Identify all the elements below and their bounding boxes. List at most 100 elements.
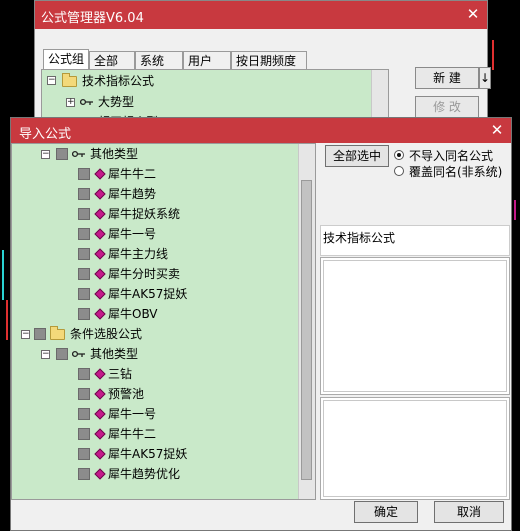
checkbox[interactable] bbox=[78, 228, 90, 240]
checkbox[interactable] bbox=[78, 388, 90, 400]
checkbox[interactable] bbox=[78, 208, 90, 220]
tree-item-label[interactable]: 犀牛OBV bbox=[108, 304, 158, 324]
formula-icon bbox=[94, 448, 106, 460]
new-button[interactable]: 新 建 bbox=[415, 67, 479, 89]
tree-item-label[interactable]: 犀牛AK57捉妖 bbox=[108, 444, 187, 464]
info-panel: 技术指标公式 bbox=[320, 225, 510, 256]
collapse-icon[interactable]: − bbox=[47, 76, 56, 85]
collapse-icon[interactable]: − bbox=[41, 150, 50, 159]
tree-row[interactable]: 犀牛OBV bbox=[12, 304, 297, 324]
import-tree[interactable]: − 其他类型 犀牛牛二 犀牛趋势 犀牛捉妖系统 犀牛一号 犀牛主力线 犀牛分时买卖 犀牛AK57… bbox=[11, 143, 316, 500]
tree-item-label[interactable]: 犀牛牛二 bbox=[108, 424, 156, 444]
folder-icon bbox=[50, 326, 65, 340]
radio-skip-same-name[interactable] bbox=[394, 150, 404, 160]
checkbox[interactable] bbox=[78, 448, 90, 460]
tab-formula-group[interactable]: 公式组 bbox=[43, 49, 89, 70]
sort-arrow-icon[interactable]: ↓ bbox=[479, 67, 491, 89]
tree-item-label[interactable]: 犀牛牛二 bbox=[108, 164, 156, 184]
tree-row[interactable]: 犀牛AK57捉妖 bbox=[12, 284, 297, 304]
tree-row[interactable]: 犀牛捉妖系统 bbox=[12, 204, 297, 224]
tree-row[interactable]: 三钻 bbox=[12, 364, 297, 384]
formula-icon bbox=[94, 308, 106, 320]
checkbox[interactable] bbox=[78, 368, 90, 380]
checkbox[interactable] bbox=[78, 288, 90, 300]
scrollbar[interactable] bbox=[298, 144, 315, 499]
scrollbar-thumb[interactable] bbox=[301, 180, 312, 480]
tree-row[interactable]: − 条件选股公式 bbox=[12, 324, 297, 344]
tab-all[interactable]: 全部 bbox=[89, 51, 135, 69]
tree-row[interactable]: 犀牛一号 bbox=[12, 224, 297, 244]
close-icon[interactable]: ✕ bbox=[487, 120, 507, 140]
tree-item-label[interactable]: 犀牛趋势 bbox=[108, 184, 156, 204]
ok-button[interactable]: 确定 bbox=[354, 501, 418, 523]
tree-item-label[interactable]: 犀牛趋势优化 bbox=[108, 464, 180, 484]
formula-icon bbox=[94, 268, 106, 280]
close-icon[interactable]: ✕ bbox=[463, 4, 483, 24]
tree-item-label[interactable]: 犀牛捉妖系统 bbox=[108, 204, 180, 224]
tree-item-label[interactable]: 预警池 bbox=[108, 384, 144, 404]
checkbox[interactable] bbox=[78, 248, 90, 260]
tab-by-date[interactable]: 按日期频度 bbox=[231, 51, 307, 69]
tree-item-label[interactable]: 条件选股公式 bbox=[70, 324, 142, 344]
formula-icon bbox=[94, 228, 106, 240]
checkbox[interactable] bbox=[78, 168, 90, 180]
tree-item-label[interactable]: 三钻 bbox=[108, 364, 132, 384]
cancel-button[interactable]: 取消 bbox=[434, 501, 504, 523]
select-all-button[interactable]: 全部选中 bbox=[325, 145, 389, 167]
modify-button[interactable]: 修 改 bbox=[415, 96, 479, 118]
formula-icon bbox=[94, 288, 106, 300]
tree-item-label[interactable]: 犀牛分时买卖 bbox=[108, 264, 180, 284]
tree-row[interactable]: − 其他类型 bbox=[12, 144, 297, 164]
checkbox[interactable] bbox=[78, 188, 90, 200]
tree-row[interactable]: 犀牛一号 bbox=[12, 404, 297, 424]
key-icon bbox=[80, 98, 93, 106]
tree-item-label[interactable]: 其他类型 bbox=[90, 344, 138, 364]
tab-user[interactable]: 用户 bbox=[183, 51, 231, 69]
info-text: 技术指标公式 bbox=[323, 231, 396, 245]
tab-system[interactable]: 系统 bbox=[135, 51, 183, 69]
collapse-icon[interactable]: − bbox=[41, 350, 50, 359]
formula-icon bbox=[94, 168, 106, 180]
formula-icon bbox=[94, 368, 106, 380]
tree-row[interactable]: − 其他类型 bbox=[12, 344, 297, 364]
tree-item-label[interactable]: 犀牛一号 bbox=[108, 224, 156, 244]
formula-icon bbox=[94, 468, 106, 480]
chart-bar bbox=[2, 250, 4, 300]
tree-item-label[interactable]: 大势型 bbox=[98, 93, 134, 110]
import-formula-dialog: 导入公式 ✕ − 其他类型 犀牛牛二 犀牛趋势 犀牛捉妖系统 犀牛一号 犀牛主力线 犀牛分时买… bbox=[10, 117, 512, 531]
checkbox[interactable] bbox=[78, 268, 90, 280]
checkbox[interactable] bbox=[56, 148, 68, 160]
checkbox[interactable] bbox=[78, 468, 90, 480]
formula-icon bbox=[94, 248, 106, 260]
checkbox[interactable] bbox=[56, 348, 68, 360]
tree-row[interactable]: 犀牛牛二 bbox=[12, 424, 297, 444]
option-skip-same-name[interactable]: 不导入同名公式 bbox=[409, 147, 493, 164]
formula-icon bbox=[94, 208, 106, 220]
tree-item-label[interactable]: 技术指标公式 bbox=[82, 72, 154, 89]
collapse-icon[interactable]: − bbox=[21, 330, 30, 339]
checkbox[interactable] bbox=[78, 428, 90, 440]
tree-row[interactable]: 犀牛主力线 bbox=[12, 244, 297, 264]
checkbox[interactable] bbox=[78, 308, 90, 320]
tree-item-label[interactable]: 犀牛主力线 bbox=[108, 244, 168, 264]
checkbox[interactable] bbox=[34, 328, 46, 340]
dialog-titlebar: 导入公式 ✕ bbox=[11, 118, 511, 143]
tree-row[interactable]: 犀牛牛二 bbox=[12, 164, 297, 184]
formula-icon bbox=[94, 388, 106, 400]
chart-bar bbox=[492, 40, 494, 70]
tree-row[interactable]: 犀牛趋势优化 bbox=[12, 464, 297, 484]
radio-overwrite-same-name[interactable] bbox=[394, 166, 404, 176]
expand-icon[interactable]: + bbox=[66, 98, 75, 107]
chart-bar bbox=[6, 300, 8, 340]
option-overwrite-same-name[interactable]: 覆盖同名(非系统) bbox=[409, 163, 502, 180]
formula-icon bbox=[94, 428, 106, 440]
tree-row[interactable]: 犀牛趋势 bbox=[12, 184, 297, 204]
checkbox[interactable] bbox=[78, 408, 90, 420]
tree-item-label[interactable]: 犀牛一号 bbox=[108, 404, 156, 424]
folder-icon bbox=[62, 73, 77, 87]
tree-row[interactable]: 犀牛分时买卖 bbox=[12, 264, 297, 284]
tree-row[interactable]: 预警池 bbox=[12, 384, 297, 404]
tree-row[interactable]: 犀牛AK57捉妖 bbox=[12, 444, 297, 464]
tree-item-label[interactable]: 犀牛AK57捉妖 bbox=[108, 284, 187, 304]
tree-item-label[interactable]: 其他类型 bbox=[90, 144, 138, 164]
